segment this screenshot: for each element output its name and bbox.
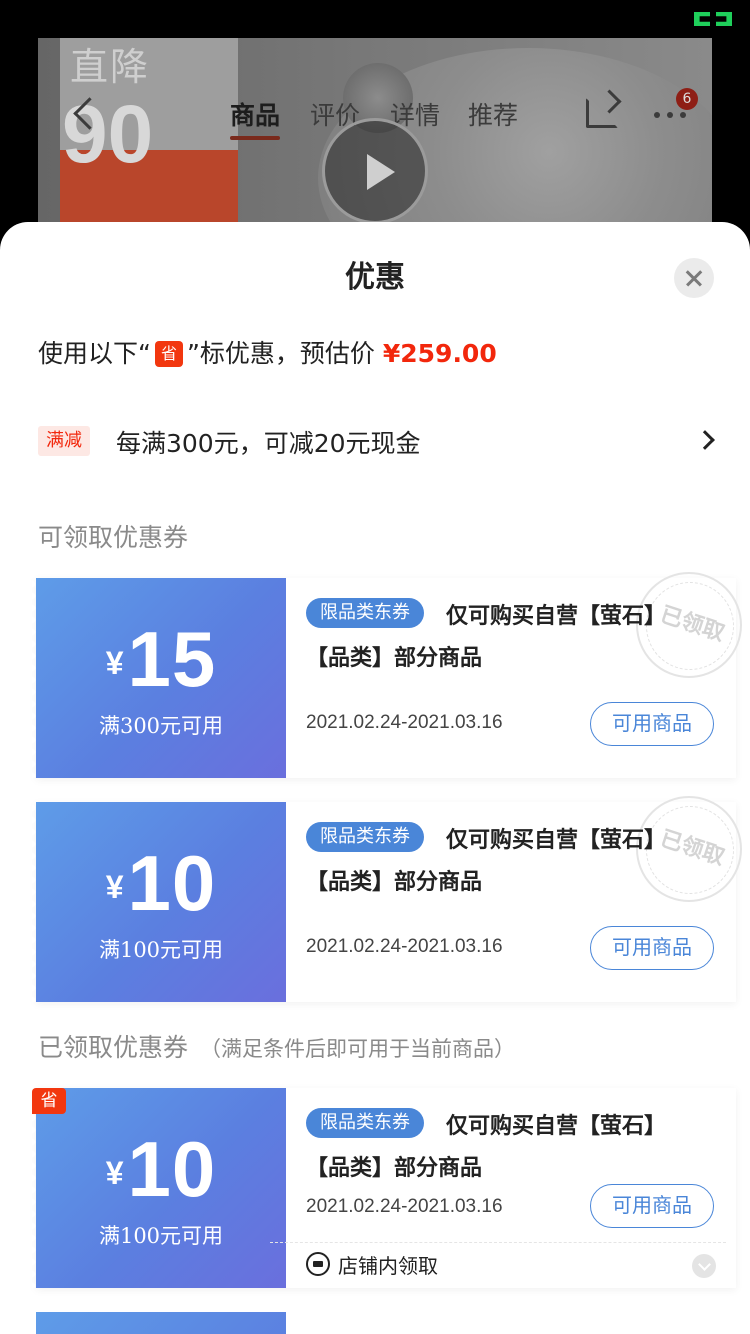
coupon-type-tag: 限品类东券 [306, 1108, 424, 1138]
chevron-right-icon [695, 430, 715, 450]
coupon-value: 10 [127, 839, 217, 927]
coupon-card-partial [36, 1312, 736, 1334]
coupon-card: ¥10 满100元可用 已领取 限品类东券 仅可购买自营【萤石】 【品类】部分商… [32, 796, 742, 1002]
coupon-value: 10 [127, 1125, 217, 1213]
coupon-amount: ¥10 [36, 1124, 286, 1215]
coupon-value-panel [36, 1312, 286, 1334]
currency-symbol: ¥ [105, 869, 124, 905]
status-bar [0, 0, 750, 38]
claimed-coupons-title: 已领取优惠券 （满足条件后即可用于当前商品） [38, 1028, 515, 1064]
coupon-value-panel: ¥10 满100元可用 [32, 1088, 286, 1288]
save-badge: 省 [154, 341, 183, 367]
tab-active-indicator [230, 136, 280, 140]
coupon-divider [270, 1242, 726, 1243]
coupon-value-panel: ¥10 满100元可用 [32, 802, 286, 1002]
coupon-type-tag: 限品类东券 [306, 822, 424, 852]
coupon-amount: ¥10 [36, 838, 286, 929]
coupon-source-row[interactable]: 店铺内领取 [306, 1250, 726, 1280]
estimated-price: ¥259.00 [382, 339, 497, 368]
full-reduction-text: 每满300元，可减20元现金 [116, 429, 421, 458]
coupon-desc-line2: 【品类】部分商品 [306, 870, 483, 895]
coupon-date-range: 2021.02.24-2021.03.16 [306, 1196, 503, 1217]
chevron-down-icon[interactable] [692, 1254, 716, 1278]
coupon-desc-line2: 【品类】部分商品 [306, 1156, 483, 1181]
coupon-desc-line2: 【品类】部分商品 [306, 646, 483, 671]
coupon-date-range: 2021.02.24-2021.03.16 [306, 712, 503, 733]
tab-goods[interactable]: 商品 [230, 96, 280, 132]
available-coupons-title: 可领取优惠券 [38, 523, 189, 552]
share-icon[interactable] [586, 98, 618, 128]
claimed-stamp-text: 已领取 [656, 602, 728, 647]
coupon-date-range: 2021.02.24-2021.03.16 [306, 936, 503, 957]
coupon-desc-line1: 仅可购买自营【萤石】 [446, 828, 667, 853]
coupon-condition: 满300元可用 [98, 714, 224, 738]
claimed-stamp-text: 已领取 [656, 826, 728, 871]
full-reduction-promo[interactable]: 满减 每满300元，可减20元现金 [38, 424, 720, 460]
currency-symbol: ¥ [105, 1155, 124, 1191]
full-reduction-tag: 满减 [38, 426, 90, 456]
applicable-products-button[interactable]: 可用商品 [590, 926, 714, 970]
close-icon[interactable] [674, 258, 714, 298]
back-arrow-icon[interactable] [70, 96, 96, 132]
estimate-suffix: ”标优惠，预估价 [186, 339, 375, 368]
coupon-info: 已领取 限品类东券 仅可购买自营【萤石】 【品类】部分商品 2021.02.24… [306, 572, 742, 778]
coupon-card: ¥15 满300元可用 已领取 限品类东券 仅可购买自营【萤石】 【品类】部分商… [32, 572, 742, 778]
estimate-prefix: 使用以下“ [38, 339, 151, 368]
coupon-type-tag: 限品类东券 [306, 598, 424, 628]
video-play-icon[interactable] [322, 118, 428, 224]
tab-recommend[interactable]: 推荐 [468, 96, 518, 132]
coupon-value-panel: ¥15 满300元可用 [32, 578, 286, 778]
save-corner-badge: 省 [32, 1088, 66, 1114]
sheet-title: 优惠 [345, 260, 405, 295]
applicable-products-button[interactable]: 可用商品 [590, 1184, 714, 1228]
shop-icon [306, 1252, 330, 1276]
coupon-amount: ¥15 [36, 614, 286, 705]
coupon-desc-line1: 仅可购买自营【萤石】 [446, 604, 667, 629]
discount-sheet: 优惠 使用以下“ 省 ”标优惠，预估价 ¥259.00 满减 每满300元，可减20… [0, 222, 750, 1334]
claimed-coupons-label: 已领取优惠券 [38, 1033, 189, 1062]
coupon-info: 已领取 限品类东券 仅可购买自营【萤石】 【品类】部分商品 2021.02.24… [306, 796, 742, 1002]
coupon-source-text: 店铺内领取 [338, 1254, 438, 1278]
coupon-condition: 满100元可用 [98, 1224, 224, 1248]
battery-icon [694, 12, 732, 26]
currency-symbol: ¥ [105, 645, 124, 681]
estimated-price-line: 使用以下“ 省 ”标优惠，预估价 ¥259.00 [38, 334, 497, 370]
coupon-desc-line1: 仅可购买自营【萤石】 [446, 1114, 667, 1139]
coupon-condition: 满100元可用 [98, 938, 224, 962]
message-count-badge: 6 [676, 88, 698, 110]
coupon-value: 15 [127, 615, 217, 703]
claimed-coupons-note: （满足条件后即可用于当前商品） [200, 1037, 516, 1061]
applicable-products-button[interactable]: 可用商品 [590, 702, 714, 746]
